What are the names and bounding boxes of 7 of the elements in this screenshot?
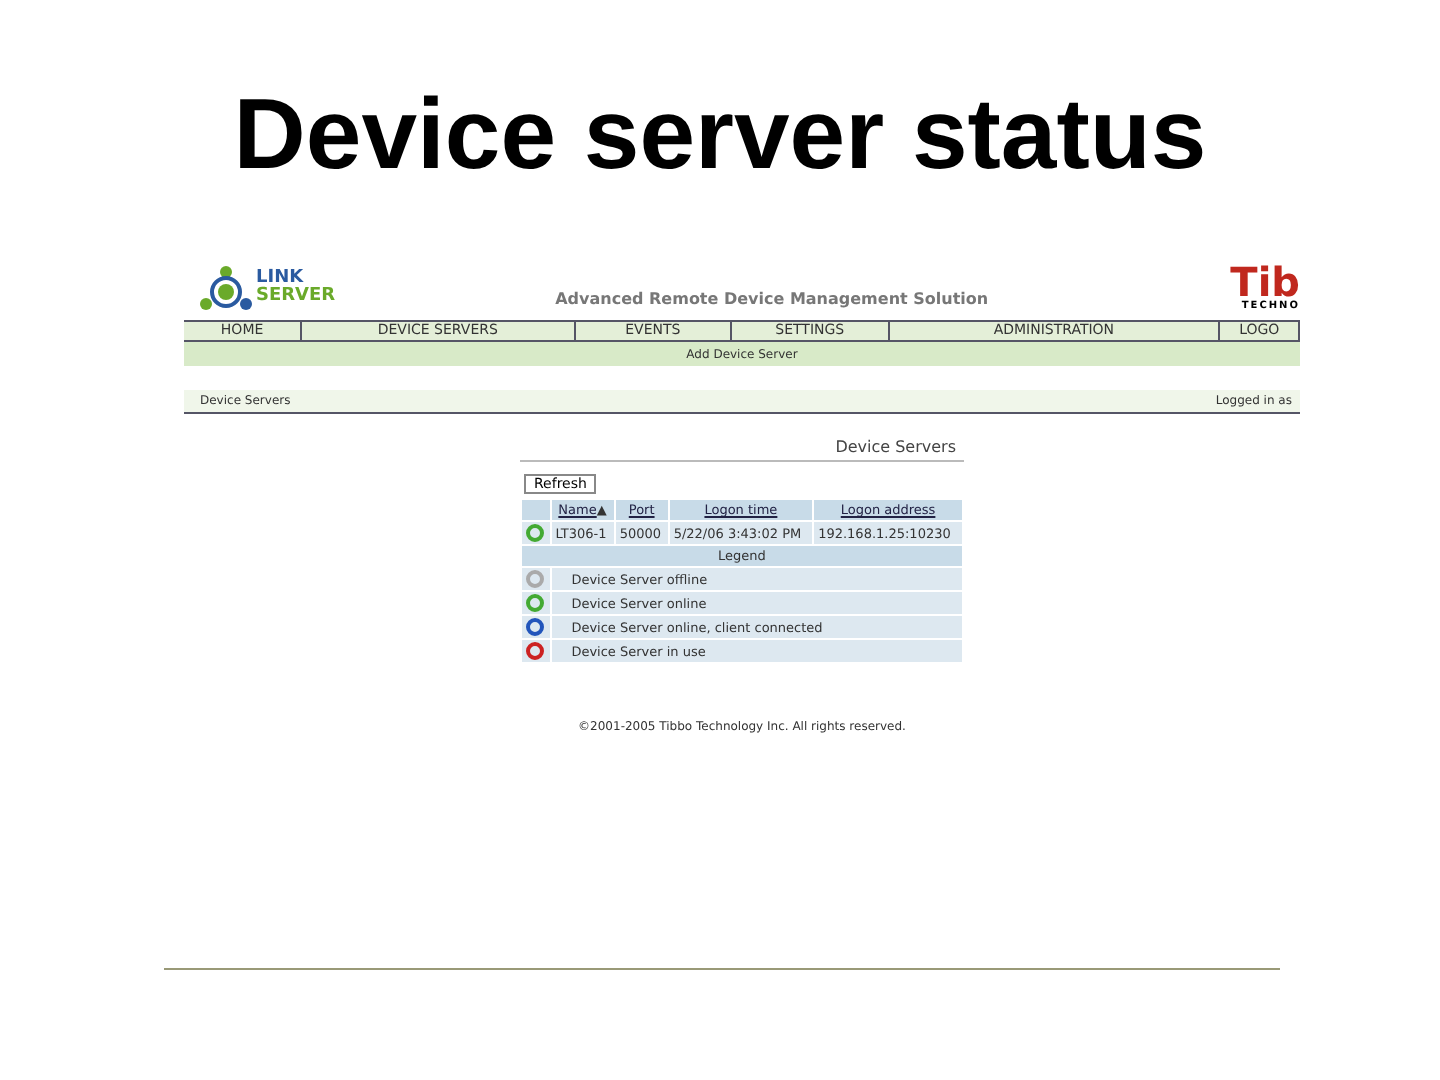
logo-icon (200, 264, 252, 312)
slide-title: Device server status (233, 76, 1207, 192)
brand-logo: Tib (1230, 262, 1300, 302)
logo-text: LINK (256, 270, 304, 288)
panel-title: Device Servers (520, 434, 964, 462)
logo-text: SERVER (256, 288, 336, 306)
app-title: Advanced Remote Device Management Solution (555, 290, 989, 308)
